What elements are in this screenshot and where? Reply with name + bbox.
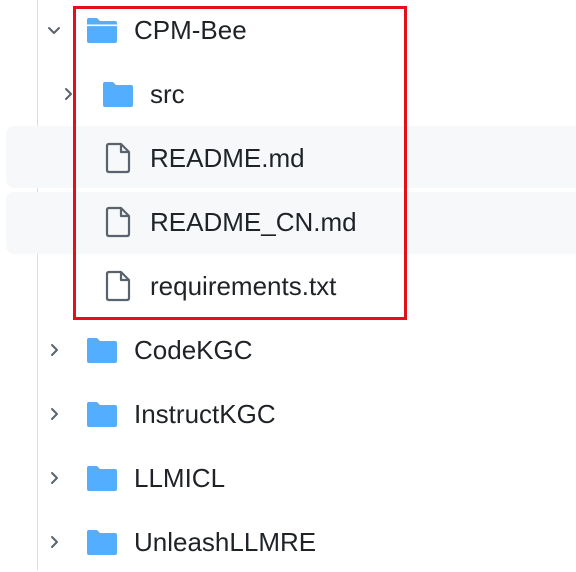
chevron-right-icon[interactable] bbox=[44, 532, 64, 552]
tree-item-label: InstructKGC bbox=[134, 399, 276, 429]
chevron-right-icon[interactable] bbox=[44, 340, 64, 360]
folder-icon bbox=[84, 398, 120, 430]
tree-item-label: README_CN.md bbox=[150, 207, 357, 237]
folder-icon bbox=[84, 462, 120, 494]
folder-icon bbox=[84, 334, 120, 366]
tree-item-cpm-bee[interactable]: CPM-Bee bbox=[0, 0, 576, 60]
tree-item-label: requirements.txt bbox=[150, 271, 337, 301]
folder-icon bbox=[84, 526, 120, 558]
file-tree: CPM-Bee src README.md README_CN.md requi… bbox=[0, 0, 576, 570]
tree-item-requirements[interactable]: requirements.txt bbox=[0, 256, 576, 316]
tree-item-label: CPM-Bee bbox=[134, 15, 247, 45]
tree-item-label: UnleashLLMRE bbox=[134, 527, 317, 557]
tree-item-label: CodeKGC bbox=[134, 335, 253, 365]
file-icon bbox=[100, 206, 136, 238]
chevron-down-icon[interactable] bbox=[44, 20, 64, 40]
tree-item-readme-cn[interactable]: README_CN.md bbox=[0, 192, 576, 252]
chevron-right-icon[interactable] bbox=[44, 468, 64, 488]
tree-item-label: src bbox=[150, 79, 185, 109]
tree-item-label: LLMICL bbox=[134, 463, 226, 493]
tree-item-codekgc[interactable]: CodeKGC bbox=[0, 320, 576, 380]
tree-item-src[interactable]: src bbox=[0, 64, 576, 124]
chevron-right-icon[interactable] bbox=[58, 84, 78, 104]
file-icon bbox=[100, 270, 136, 302]
tree-item-instructkgc[interactable]: InstructKGC bbox=[0, 384, 576, 444]
folder-icon bbox=[100, 78, 136, 110]
tree-item-label: README.md bbox=[150, 143, 305, 173]
tree-item-llmicl[interactable]: LLMICL bbox=[0, 448, 576, 508]
tree-item-readme[interactable]: README.md bbox=[0, 128, 576, 188]
folder-open-icon bbox=[84, 14, 120, 46]
tree-item-unleashllmre[interactable]: UnleashLLMRE bbox=[0, 512, 576, 572]
chevron-right-icon[interactable] bbox=[44, 404, 64, 424]
file-icon bbox=[100, 142, 136, 174]
